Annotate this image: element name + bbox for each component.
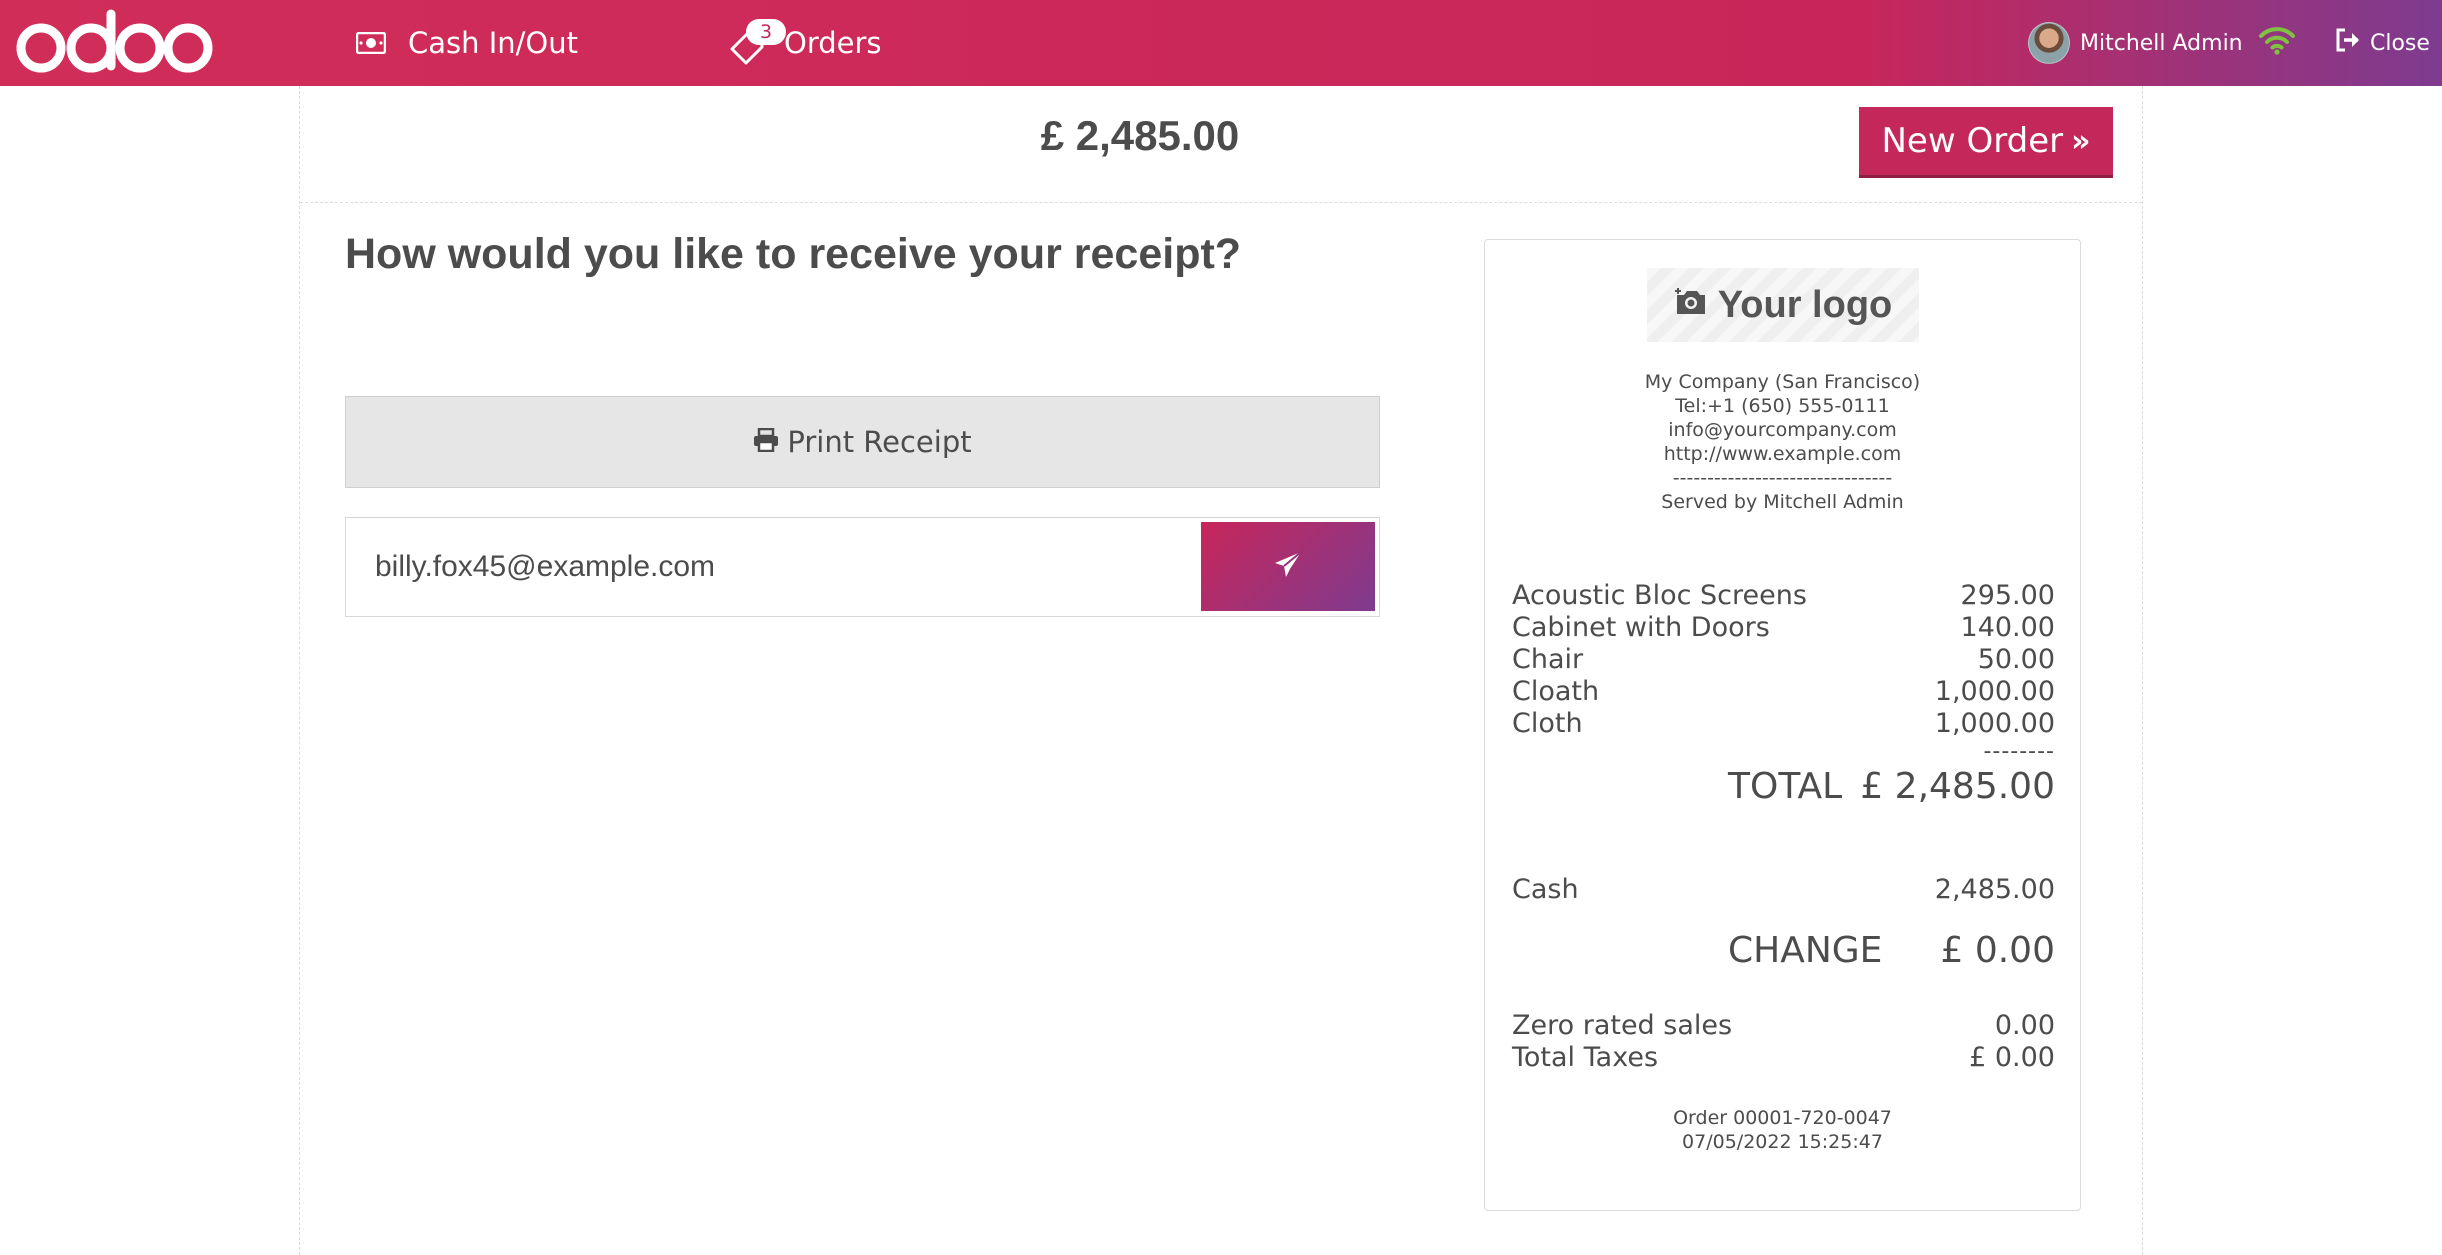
close-label: Close xyxy=(2370,30,2430,56)
paper-plane-icon xyxy=(1273,550,1303,584)
company-info: My Company (San Francisco) Tel:+1 (650) … xyxy=(1485,370,2080,514)
logo-text: Your logo xyxy=(1717,283,1893,326)
print-receipt-label: Print Receipt xyxy=(787,425,972,459)
orders-count-badge: 3 xyxy=(746,19,786,45)
payment-amount: 2,485.00 xyxy=(1934,874,2055,905)
receipt-screen: £ 2,485.00 New Order » How would you lik… xyxy=(299,86,2143,1255)
close-button[interactable]: Close xyxy=(2334,0,2430,86)
receipt-screen-header: £ 2,485.00 New Order » xyxy=(300,86,2142,203)
cash-in-out-label: Cash In/Out xyxy=(408,26,579,60)
line-product: Chair xyxy=(1512,644,1584,675)
order-number: Order 00001-720-0047 xyxy=(1673,1107,1892,1129)
total-value: £ 2,485.00 xyxy=(1860,766,2055,807)
total-separator: -------- xyxy=(1983,739,2055,764)
line-amount: 1,000.00 xyxy=(1934,676,2055,707)
orders-button[interactable]: 3 Orders xyxy=(728,0,882,86)
total-taxes-value: £ 0.00 xyxy=(1969,1042,2055,1073)
total-taxes-row: Total Taxes £ 0.00 xyxy=(1512,1042,2055,1074)
company-name: My Company (San Francisco) xyxy=(1644,371,1921,393)
order-reference: Order 00001-720-0047 07/05/2022 15:25:47 xyxy=(1485,1106,2080,1154)
line-amount: 295.00 xyxy=(1960,580,2055,611)
sign-out-icon xyxy=(2334,27,2370,59)
company-logo-placeholder: Your logo xyxy=(1647,268,1919,342)
order-line: Chair 50.00 xyxy=(1512,644,2055,676)
double-chevron-right-icon: » xyxy=(2071,123,2091,159)
company-phone: Tel:+1 (650) 555-0111 xyxy=(1675,395,1890,417)
send-email-button[interactable] xyxy=(1201,522,1375,611)
line-product: Acoustic Bloc Screens xyxy=(1512,580,1807,611)
user-menu[interactable]: Mitchell Admin xyxy=(2028,0,2243,86)
line-product: Cloth xyxy=(1512,708,1583,739)
new-order-button[interactable]: New Order » xyxy=(1859,107,2113,178)
order-line: Cloth 1,000.00 xyxy=(1512,708,2055,740)
email-receipt-form xyxy=(345,517,1380,617)
top-navbar: Cash In/Out 3 Orders Mitchell Admin Clos… xyxy=(0,0,2442,86)
camera-icon xyxy=(1674,284,1718,327)
order-line: Cloath 1,000.00 xyxy=(1512,676,2055,708)
payment-method: Cash xyxy=(1512,874,1579,905)
avatar xyxy=(2028,22,2070,64)
amount-due: £ 2,485.00 xyxy=(1040,112,1240,159)
receipt-total: TOTAL £ 2,485.00 xyxy=(1512,766,2055,810)
line-amount: 1,000.00 xyxy=(1934,708,2055,739)
receipt-question: How would you like to receive your recei… xyxy=(345,230,1242,278)
zero-rated-row: Zero rated sales 0.00 xyxy=(1512,1010,2055,1042)
line-amount: 140.00 xyxy=(1960,612,2055,643)
zero-rated-value: 0.00 xyxy=(1994,1010,2055,1041)
served-by: Served by Mitchell Admin xyxy=(1661,491,1904,513)
order-date: 07/05/2022 15:25:47 xyxy=(1682,1131,1883,1153)
line-product: Cabinet with Doors xyxy=(1512,612,1770,643)
line-product: Cloath xyxy=(1512,676,1600,707)
receipt-preview: Your logo My Company (San Francisco) Tel… xyxy=(1484,239,2081,1211)
print-icon xyxy=(753,425,787,459)
odoo-logo xyxy=(16,8,216,82)
total-taxes-label: Total Taxes xyxy=(1512,1042,1659,1073)
wifi-icon xyxy=(2258,24,2296,60)
email-input[interactable] xyxy=(346,518,1206,616)
total-label: TOTAL xyxy=(1728,766,1843,807)
new-order-label: New Order xyxy=(1881,121,2064,161)
zero-rated-label: Zero rated sales xyxy=(1512,1010,1733,1041)
payment-line: Cash 2,485.00 xyxy=(1512,874,2055,906)
company-website: http://www.example.com xyxy=(1663,443,1902,465)
change-value: £ 0.00 xyxy=(1940,930,2055,971)
order-line: Cabinet with Doors 140.00 xyxy=(1512,612,2055,644)
tax-summary: Zero rated sales 0.00 Total Taxes £ 0.00 xyxy=(1512,1010,2055,1074)
cash-in-out-button[interactable]: Cash In/Out xyxy=(356,0,578,86)
change-label: CHANGE xyxy=(1728,930,1883,971)
orders-label: Orders xyxy=(784,26,882,60)
tag-icon: 3 xyxy=(728,19,786,65)
company-email: info@yourcompany.com xyxy=(1668,419,1897,441)
separator: -------------------------------- xyxy=(1672,467,1893,489)
user-name: Mitchell Admin xyxy=(2080,30,2243,56)
order-lines: Acoustic Bloc Screens 295.00 Cabinet wit… xyxy=(1512,580,2055,764)
order-line: Acoustic Bloc Screens 295.00 xyxy=(1512,580,2055,612)
print-receipt-button[interactable]: Print Receipt xyxy=(345,396,1380,488)
money-icon xyxy=(356,32,386,54)
line-amount: 50.00 xyxy=(1977,644,2055,675)
receipt-change: CHANGE £ 0.00 xyxy=(1512,930,2055,980)
